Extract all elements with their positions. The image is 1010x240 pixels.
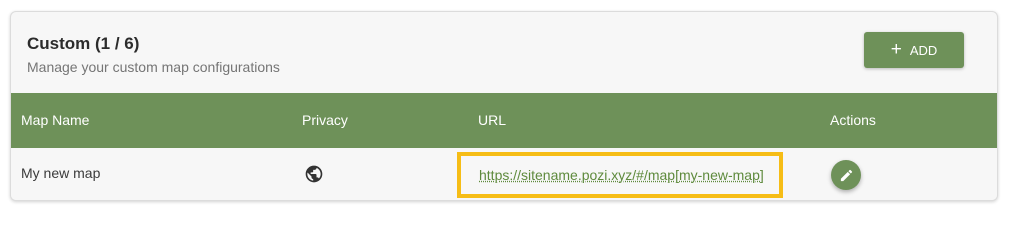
table-header: Map Name Privacy URL Actions [11,93,997,148]
custom-maps-card: Custom (1 / 6) Manage your custom map co… [10,11,998,201]
column-header-url: URL [478,112,507,128]
map-url-link[interactable]: https://sitename.pozi.xyz/#/map[my-new-m… [479,167,764,183]
column-header-map-name: Map Name [21,112,90,128]
add-button[interactable]: + ADD [864,32,964,68]
map-name-cell: My new map [21,165,101,181]
edit-button[interactable] [831,160,861,190]
plus-icon: + [890,39,902,60]
table-row: My new map https://sitename.pozi.xyz/#/m… [11,148,997,200]
card-title: Custom (1 / 6) [27,34,140,53]
card-subtitle: Manage your custom map configurations [27,59,280,75]
add-button-label: ADD [909,42,938,58]
globe-icon [305,165,323,183]
column-header-actions: Actions [830,112,876,128]
pencil-icon [840,169,852,181]
column-header-privacy: Privacy [302,112,348,128]
